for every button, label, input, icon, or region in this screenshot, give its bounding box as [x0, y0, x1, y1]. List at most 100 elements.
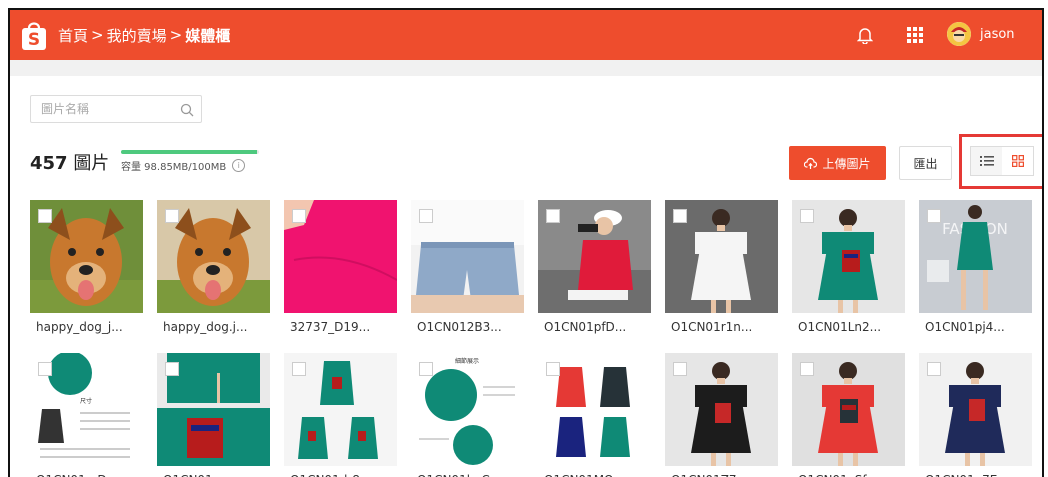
image-filename: O1CN01MO... — [538, 472, 651, 477]
image-card[interactable]: 細節展示 O1CN01hyC... — [411, 353, 524, 477]
select-checkbox[interactable] — [927, 362, 941, 376]
image-filename: O1CN01dr8... — [284, 472, 397, 477]
image-filename: O1CN01nw... — [157, 472, 270, 477]
select-checkbox[interactable] — [800, 362, 814, 376]
export-label: 匯出 — [913, 156, 938, 171]
image-thumbnail[interactable] — [157, 200, 270, 313]
select-checkbox[interactable] — [546, 362, 560, 376]
storage-progress-bar — [121, 150, 259, 154]
select-checkbox[interactable] — [292, 209, 306, 223]
svg-text:細節展示: 細節展示 — [455, 357, 479, 365]
breadcrumb: 首頁 > 我的賣場 > 媒體櫃 — [58, 10, 230, 60]
select-checkbox[interactable] — [800, 209, 814, 223]
image-filename: O1CN01pj4... — [925, 320, 1005, 334]
image-thumbnail[interactable] — [665, 353, 778, 466]
image-thumbnail[interactable]: 細節展示 — [411, 353, 524, 466]
username[interactable]: jason — [980, 10, 1015, 60]
bell-icon[interactable] — [856, 26, 874, 45]
grid-view-button[interactable] — [1002, 147, 1033, 175]
avatar[interactable] — [947, 22, 971, 46]
image-thumbnail[interactable] — [30, 200, 143, 313]
image-thumbnail[interactable] — [665, 200, 778, 313]
image-filename: O1CN012B3... — [417, 320, 502, 334]
breadcrumb-my-shop[interactable]: 我的賣場 — [107, 25, 167, 46]
image-card[interactable]: 尺寸 O1CN01mD... — [30, 353, 143, 477]
image-card[interactable]: FASHION O1CN01pj4... — [919, 200, 1032, 335]
select-checkbox[interactable] — [673, 209, 687, 223]
image-thumbnail[interactable]: 尺寸 — [30, 353, 143, 466]
select-checkbox[interactable] — [673, 362, 687, 376]
image-card[interactable]: happy_dog.j... — [157, 200, 270, 335]
image-thumbnail[interactable] — [411, 200, 524, 313]
image-card[interactable]: 32737_D19... — [284, 200, 397, 335]
info-icon[interactable]: i — [232, 159, 246, 172]
breadcrumb-current: 媒體櫃 — [185, 26, 231, 45]
svg-text:尺寸: 尺寸 — [80, 397, 92, 405]
top-header: S 首頁 > 我的賣場 > 媒體櫃 jason — [10, 10, 1042, 60]
storage-label: 容量 98.85MB/100MB — [121, 162, 227, 173]
app-window: S 首頁 > 我的賣場 > 媒體櫃 jason 圖片名稱 457 圖片 容量 9… — [8, 8, 1044, 477]
search-box — [30, 95, 202, 123]
select-checkbox[interactable] — [927, 209, 941, 223]
image-count-number: 457 — [30, 153, 68, 174]
list-view-icon — [979, 156, 994, 166]
list-view-button[interactable] — [971, 147, 1002, 175]
image-card[interactable]: O1CN01Z7v... — [665, 353, 778, 477]
image-thumbnail[interactable] — [538, 200, 651, 313]
search-input[interactable] — [31, 96, 191, 122]
select-checkbox[interactable] — [419, 362, 433, 376]
select-checkbox[interactable] — [419, 209, 433, 223]
image-filename: O1CN01Z7v... — [665, 472, 778, 477]
image-thumbnail[interactable] — [792, 353, 905, 466]
image-card[interactable]: O1CN01r1n... — [665, 200, 778, 335]
image-filename: O1CN01Ln2... — [798, 320, 882, 334]
image-thumbnail[interactable] — [284, 353, 397, 466]
image-filename: O1CN01r1n... — [671, 320, 753, 334]
image-card[interactable]: O1CN012B3... — [411, 200, 524, 335]
select-checkbox[interactable] — [165, 209, 179, 223]
shopee-logo-icon[interactable]: S — [20, 19, 48, 51]
image-thumbnail[interactable] — [919, 353, 1032, 466]
image-filename: happy_dog_j... — [36, 320, 123, 334]
select-checkbox[interactable] — [38, 209, 52, 223]
image-card[interactable]: O1CN01vSf... — [792, 353, 905, 477]
image-filename: happy_dog.j... — [163, 320, 248, 334]
upload-image-button[interactable]: 上傳圖片 — [789, 146, 886, 180]
image-filename: 32737_D19... — [290, 320, 371, 334]
select-checkbox[interactable] — [165, 362, 179, 376]
image-card[interactable]: O1CN01e7E... — [919, 353, 1032, 477]
image-card[interactable]: O1CN01dr8... — [284, 353, 397, 477]
svg-text:S: S — [28, 30, 40, 50]
image-thumbnail[interactable] — [538, 353, 651, 466]
view-toggle-highlight — [959, 134, 1042, 189]
image-count-unit: 圖片 — [73, 153, 110, 174]
breadcrumb-separator: > — [91, 26, 104, 44]
apps-grid-icon[interactable] — [907, 27, 923, 43]
storage-progress-fill — [121, 150, 258, 154]
breadcrumb-separator: > — [169, 26, 183, 44]
image-card[interactable]: O1CN01pfD... — [538, 200, 651, 335]
image-filename: O1CN01pfD... — [544, 320, 627, 334]
export-button[interactable]: 匯出 — [899, 146, 952, 180]
image-card[interactable]: happy_dog_j... — [30, 200, 143, 335]
image-thumbnail[interactable] — [792, 200, 905, 313]
image-filename: O1CN01hyC... — [411, 472, 524, 477]
select-checkbox[interactable] — [292, 362, 306, 376]
image-card[interactable]: O1CN01nw... — [157, 353, 270, 477]
cloud-upload-icon — [804, 157, 818, 169]
image-thumbnail[interactable] — [157, 353, 270, 466]
image-count: 457 圖片 — [30, 149, 109, 175]
breadcrumb-home[interactable]: 首頁 — [58, 25, 88, 46]
image-thumbnail[interactable] — [284, 200, 397, 313]
select-checkbox[interactable] — [546, 209, 560, 223]
image-filename: O1CN01vSf... — [792, 472, 905, 477]
image-card[interactable]: O1CN01Ln2... — [792, 200, 905, 335]
image-card[interactable]: O1CN01MO... — [538, 353, 651, 477]
grid-view-icon — [1011, 155, 1024, 167]
upload-label: 上傳圖片 — [822, 156, 871, 171]
select-checkbox[interactable] — [38, 362, 52, 376]
image-thumbnail[interactable]: FASHION — [919, 200, 1032, 313]
image-filename: O1CN01mD... — [30, 472, 143, 477]
image-filename: O1CN01e7E... — [919, 472, 1032, 477]
search-icon[interactable] — [180, 102, 194, 117]
